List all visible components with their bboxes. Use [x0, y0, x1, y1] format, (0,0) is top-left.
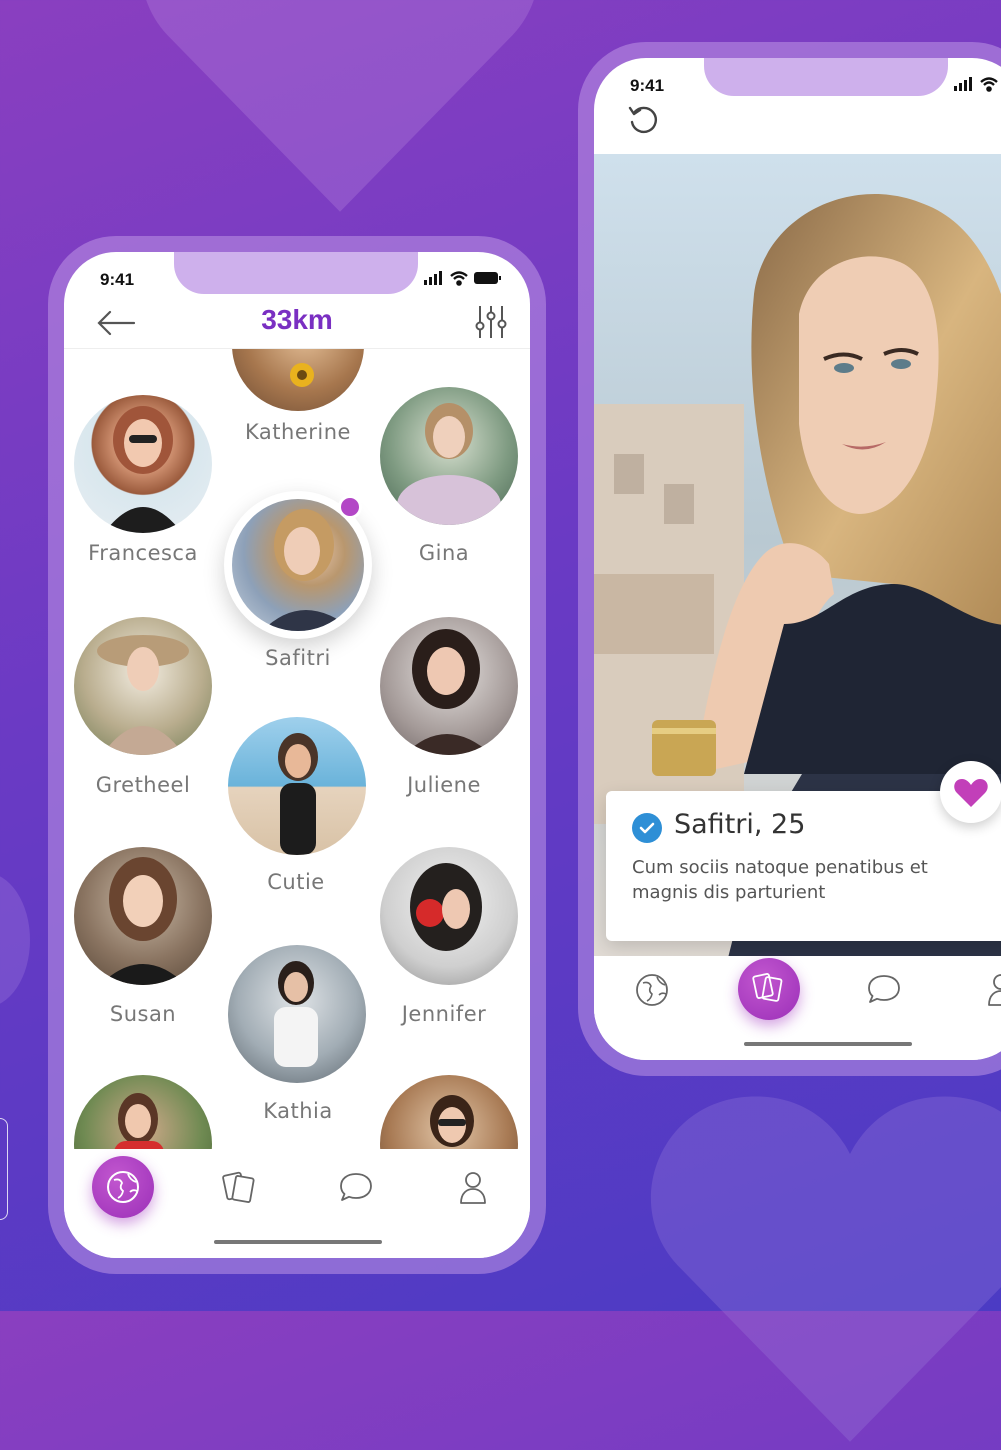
name-juliene: Juliene [407, 773, 481, 797]
bottom-tab-bar-right [594, 956, 1001, 1060]
profile-name: Safitri, 25 [674, 809, 806, 840]
globe-icon[interactable] [632, 970, 672, 1010]
profile-description: Cum sociis natoque penatibus et magnis d… [632, 857, 928, 903]
name-francesca: Francesca [88, 541, 198, 565]
cards-icon [752, 973, 783, 1002]
globe-icon [107, 1171, 139, 1203]
wifi-icon [980, 77, 998, 92]
chat-icon[interactable] [338, 1170, 374, 1204]
tab-discover-active[interactable] [92, 1156, 154, 1218]
heart-icon [954, 779, 988, 807]
user-icon[interactable] [984, 970, 1001, 1008]
status-time-right: 9:41 [630, 76, 665, 95]
verified-badge-icon [632, 813, 662, 843]
signal-icon [424, 271, 442, 285]
avatar-kathia[interactable] [228, 945, 366, 1083]
filter-sliders-icon[interactable] [474, 304, 508, 340]
signal-icon [954, 77, 972, 91]
status-icons [424, 271, 501, 286]
status-icons-right [954, 77, 998, 92]
home-indicator-right [744, 1042, 912, 1046]
name-susan: Susan [109, 1002, 177, 1026]
phone-nearby-screen: 9:41 33km Katherine Francesca Gina Safit… [64, 252, 530, 1258]
phone-notch [174, 252, 418, 294]
name-cutie: Cutie [267, 870, 325, 894]
wifi-icon [450, 271, 468, 286]
avatar-gretheel[interactable] [74, 617, 212, 755]
battery-icon [474, 272, 501, 284]
avatar-jennifer[interactable] [380, 847, 518, 985]
user-icon[interactable] [456, 1168, 490, 1206]
background-heart-top [146, 0, 534, 212]
avatar-francesca[interactable] [74, 395, 212, 533]
chat-icon[interactable] [866, 972, 902, 1006]
name-gina: Gina [418, 541, 470, 565]
nearby-profiles-grid: Katherine Francesca Gina Safitri Grethee… [64, 349, 530, 1149]
phone-notch-right [704, 58, 948, 96]
avatar-gina[interactable] [380, 387, 518, 525]
online-indicator [338, 495, 362, 519]
avatar-katherine[interactable] [232, 349, 364, 411]
avatar-bottom-left[interactable] [74, 1075, 212, 1149]
name-kathia: Kathia [263, 1099, 333, 1123]
avatar-safitri-ring[interactable] [224, 491, 372, 639]
name-gretheel: Gretheel [95, 773, 191, 797]
bottom-tab-bar [64, 1150, 530, 1258]
cards-icon[interactable] [220, 1168, 258, 1206]
avatar-safitri [232, 499, 364, 631]
edge-tab [0, 1118, 8, 1220]
name-safitri: Safitri [265, 646, 331, 670]
background-heart-bottom [650, 1096, 1001, 1442]
name-jennifer: Jennifer [401, 1002, 487, 1026]
distance-title: 33km [261, 304, 333, 335]
phone-profile-screen: 9:41 Safitri, 25 Cum sociis natoque pena… [594, 58, 1001, 1060]
status-time: 9:41 [100, 270, 135, 289]
avatar-susan[interactable] [74, 847, 212, 985]
avatar-cutie[interactable] [228, 717, 366, 855]
avatar-juliene[interactable] [380, 617, 518, 755]
tab-cards-active[interactable] [738, 958, 800, 1020]
home-indicator [214, 1240, 382, 1244]
name-katherine: Katherine [245, 420, 351, 444]
undo-icon[interactable] [626, 102, 662, 138]
avatar-bottom-right[interactable] [380, 1075, 518, 1149]
like-button[interactable] [940, 761, 1001, 823]
background-heart-left [0, 876, 30, 1004]
